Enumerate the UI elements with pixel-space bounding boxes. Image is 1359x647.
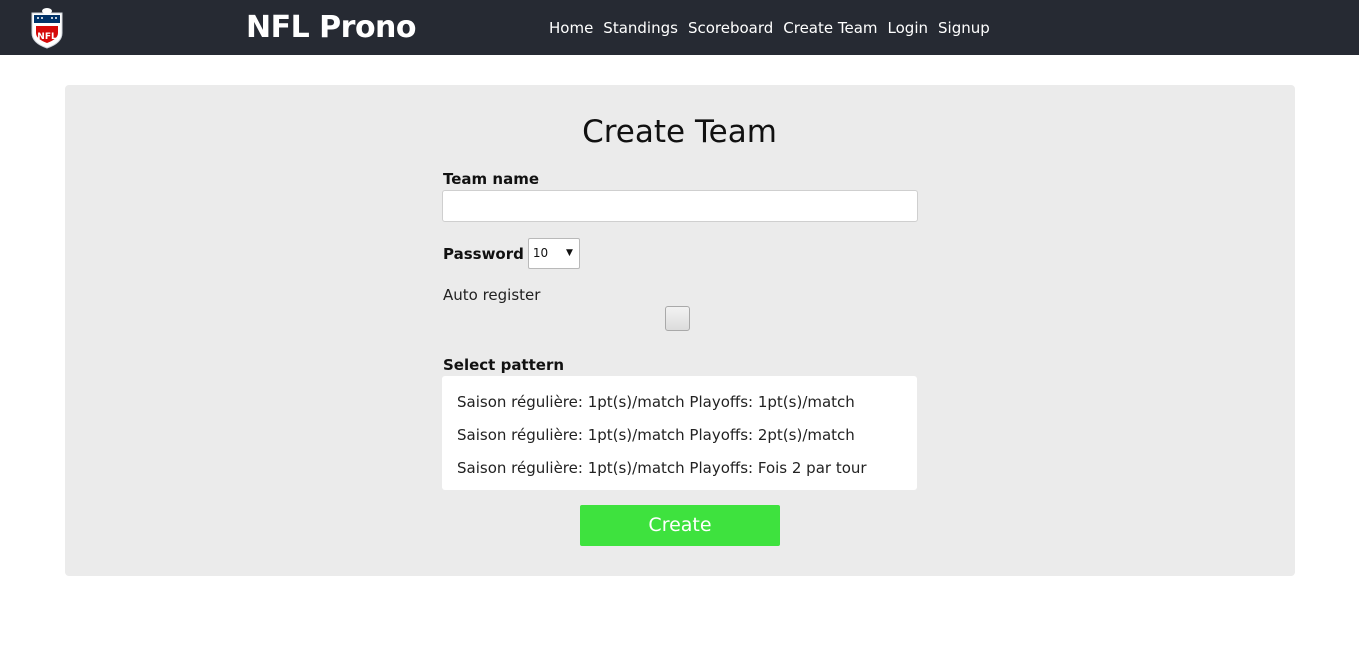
password-label: Password bbox=[443, 244, 524, 263]
pattern-option[interactable]: Saison régulière: 1pt(s)/match Playoffs:… bbox=[442, 452, 917, 485]
nav-home-link[interactable]: Home bbox=[549, 17, 593, 39]
auto-register-checkbox[interactable] bbox=[665, 306, 690, 331]
pattern-listbox[interactable]: Saison régulière: 1pt(s)/match Playoffs:… bbox=[442, 376, 917, 490]
password-row: Password 10 ▼ bbox=[443, 238, 580, 269]
nav-scoreboard-link[interactable]: Scoreboard bbox=[688, 17, 773, 39]
team-name-input[interactable] bbox=[442, 190, 918, 222]
top-navbar: NFL NFL Prono Home Standings Scoreboard … bbox=[0, 0, 1359, 55]
nfl-logo-icon[interactable]: NFL bbox=[29, 7, 65, 49]
password-select[interactable]: 10 ▼ bbox=[527, 238, 580, 269]
chevron-down-icon: ▼ bbox=[565, 248, 573, 258]
nav-login-link[interactable]: Login bbox=[888, 17, 928, 39]
svg-text:NFL: NFL bbox=[37, 32, 57, 42]
brand-title[interactable]: NFL Prono bbox=[246, 9, 417, 47]
nav-standings-link[interactable]: Standings bbox=[603, 17, 678, 39]
create-button[interactable]: Create bbox=[580, 505, 780, 546]
main-nav: Home Standings Scoreboard Create Team Lo… bbox=[549, 17, 990, 39]
team-name-label: Team name bbox=[443, 170, 539, 188]
pattern-option[interactable]: Saison régulière: 1pt(s)/match Playoffs:… bbox=[442, 419, 917, 452]
page-title: Create Team bbox=[582, 114, 777, 150]
nav-signup-link[interactable]: Signup bbox=[938, 17, 990, 39]
nav-create-team-link[interactable]: Create Team bbox=[783, 17, 877, 39]
select-pattern-label: Select pattern bbox=[443, 356, 565, 374]
auto-register-label: Auto register bbox=[443, 286, 541, 304]
pattern-option[interactable]: Saison régulière: 1pt(s)/match Playoffs:… bbox=[442, 386, 917, 419]
password-select-value: 10 bbox=[532, 246, 549, 260]
